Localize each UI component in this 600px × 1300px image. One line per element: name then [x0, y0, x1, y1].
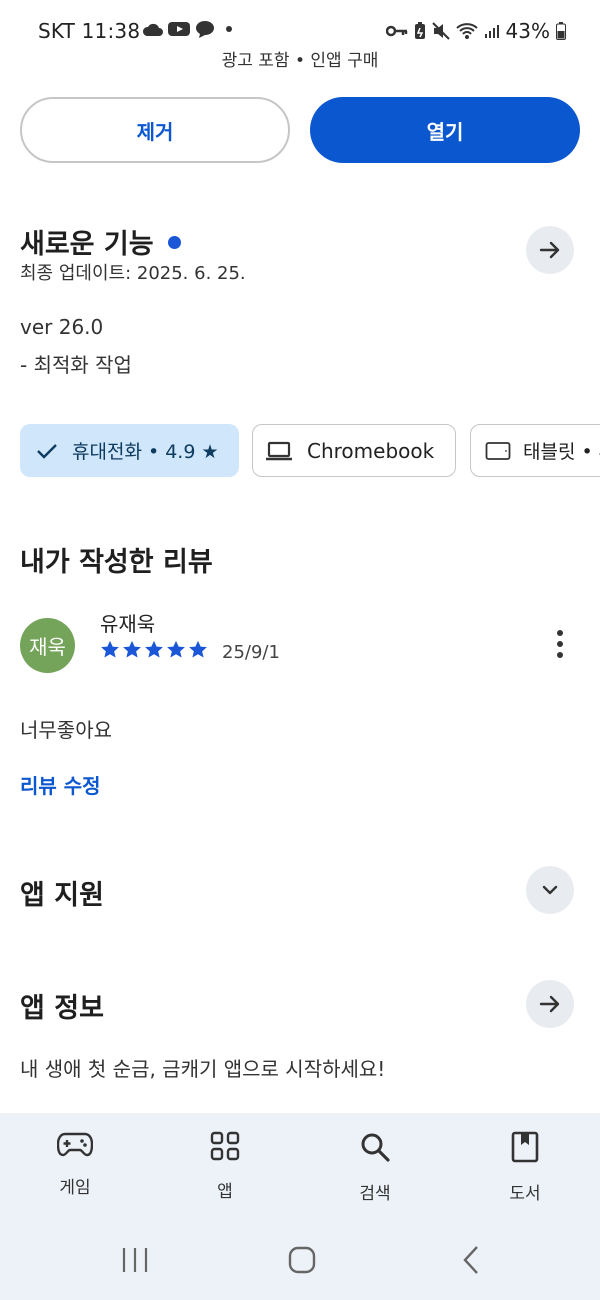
app-support-title[interactable]: 앱 지원 [20, 873, 104, 912]
youtube-icon [168, 22, 190, 36]
review-date: 25/9/1 [222, 642, 280, 663]
back-icon[interactable] [460, 1244, 482, 1276]
nav-apps-label: 앱 [217, 1182, 233, 1202]
nav-apps[interactable]: 앱 [175, 1131, 275, 1202]
search-icon [361, 1133, 390, 1162]
app-info-title[interactable]: 앱 정보 [20, 986, 104, 1025]
release-note: - 최적화 작업 [20, 353, 132, 377]
edit-review-link[interactable]: 리뷰 수정 [20, 770, 101, 799]
wifi-icon [455, 23, 478, 39]
battery-percent: 43% [505, 19, 550, 43]
apps-grid-icon [210, 1131, 240, 1161]
app-support-expand-button[interactable] [526, 866, 574, 914]
check-icon [37, 443, 57, 459]
avatar: 재욱 [20, 618, 75, 673]
arrow-right-icon [539, 241, 560, 259]
whats-new-heading[interactable]: 새로운 기능 [20, 222, 181, 261]
laptop-icon [266, 441, 292, 460]
home-icon[interactable] [287, 1245, 317, 1275]
cloud-icon [142, 23, 163, 36]
nav-games-label: 게임 [59, 1178, 91, 1198]
status-notification-icons [142, 20, 232, 38]
whats-new-title: 새로운 기능 [20, 229, 154, 260]
chevron-down-icon [542, 885, 558, 895]
mute-icon [431, 22, 450, 40]
status-system-icons: 43% [385, 19, 566, 43]
whats-new-arrow-button[interactable] [526, 226, 574, 274]
remove-button[interactable]: 제거 [20, 97, 290, 163]
nav-books-label: 도서 [509, 1184, 541, 1204]
chip-tablet-label: 태블릿 • 4 [523, 441, 600, 463]
rating-stars [100, 640, 208, 659]
app-info-description: 내 생애 첫 순금, 금캐기 앱으로 시작하세요! [20, 1057, 386, 1081]
gamepad-icon [56, 1132, 94, 1157]
nav-search[interactable]: 검색 [325, 1131, 425, 1204]
more-notifications-dot [226, 26, 232, 32]
key-icon [385, 25, 407, 37]
last-updated: 최종 업데이트: 2025. 6. 25. [20, 263, 246, 284]
app-meta-subtitle: 광고 포함 • 인앱 구매 [221, 51, 379, 71]
arrow-right-icon [539, 995, 560, 1013]
nav-books[interactable]: 도서 [475, 1131, 575, 1204]
star-icon [145, 640, 163, 658]
star-icon [167, 640, 185, 658]
battery-icon [556, 22, 566, 40]
more-options-icon[interactable] [554, 630, 566, 660]
battery-saver-icon [414, 22, 425, 39]
tablet-icon [485, 441, 511, 460]
chat-icon [196, 21, 214, 38]
nav-search-label: 검색 [359, 1184, 391, 1204]
chip-phone-label: 휴대전화 • 4.9 ★ [72, 441, 219, 463]
review-body: 너무좋아요 [20, 718, 112, 742]
status-time: SKT 11:38 [38, 19, 141, 43]
status-bar: SKT 11:38 43% 광고 포함 • 인앱 구매 [0, 0, 600, 71]
version-text: ver 26.0 [20, 315, 104, 339]
chip-chromebook-label: Chromebook [307, 438, 435, 463]
nav-games[interactable]: 게임 [25, 1131, 125, 1198]
reviewer-name: 유재욱 [100, 612, 156, 636]
app-info-arrow-button[interactable] [526, 980, 574, 1028]
star-icon [189, 640, 207, 658]
my-review-title: 내가 작성한 리뷰 [20, 547, 213, 578]
system-navigation-bar [0, 1230, 600, 1290]
star-icon [101, 640, 119, 658]
book-icon [511, 1131, 539, 1163]
chip-tablet[interactable]: 태블릿 • 4 [470, 424, 600, 477]
chip-phone[interactable]: 휴대전화 • 4.9 ★ [20, 424, 239, 477]
new-indicator-dot [167, 236, 181, 249]
open-button[interactable]: 열기 [310, 97, 580, 163]
signal-icon [484, 25, 499, 38]
star-icon [123, 640, 141, 658]
chip-chromebook[interactable]: Chromebook [252, 424, 456, 477]
recent-apps-icon[interactable] [120, 1246, 150, 1274]
